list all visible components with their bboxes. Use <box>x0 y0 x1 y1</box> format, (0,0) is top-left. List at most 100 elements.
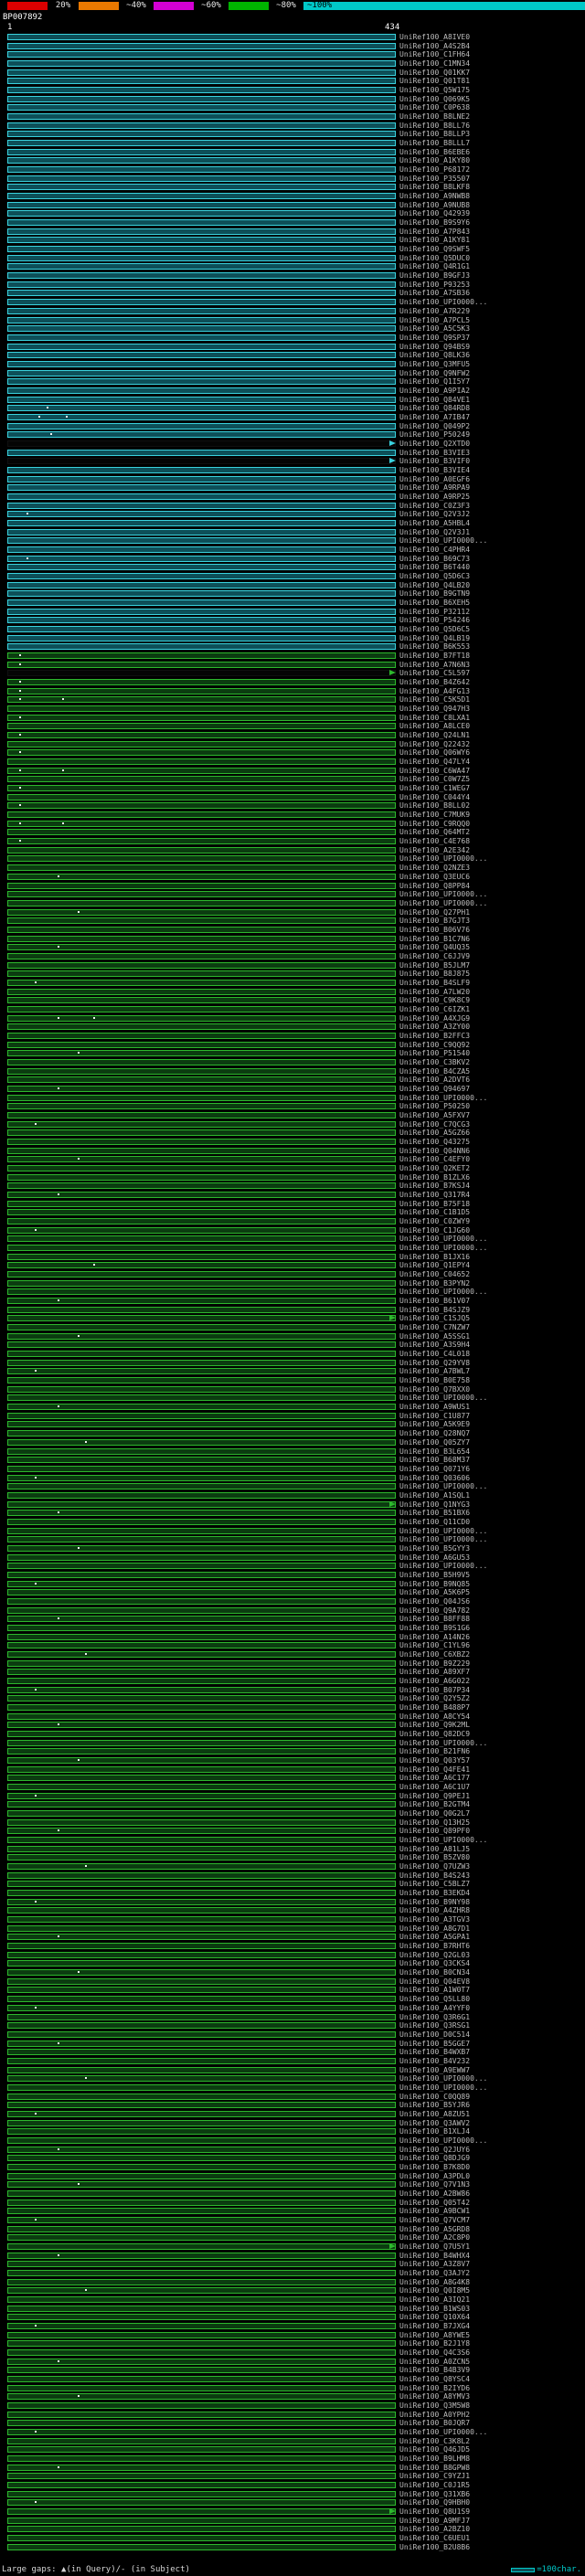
hit-bar[interactable] <box>7 210 396 217</box>
hit-accession-link[interactable]: UniRef100_Q2V3J1 <box>399 528 470 537</box>
hit-bar[interactable] <box>7 2535 396 2541</box>
hit-bar[interactable] <box>7 1863 396 1870</box>
hit-accession-link[interactable]: UniRef100_Q84VE1 <box>399 396 470 405</box>
hit-accession-link[interactable]: UniRef100_Q317R4 <box>399 1191 470 1200</box>
hit-accession-link[interactable]: UniRef100_B2IYD6 <box>399 2384 470 2393</box>
hit-accession-link[interactable]: UniRef100_B4S243 <box>399 1871 470 1881</box>
hit-bar[interactable] <box>7 1333 396 1340</box>
hit-accession-link[interactable]: UniRef100_Q0I8M5 <box>399 2286 470 2295</box>
hit-accession-link[interactable]: UniRef100_Q3CKS4 <box>399 1959 470 1968</box>
hit-accession-link[interactable]: UniRef100_C0QQ89 <box>399 2093 470 2102</box>
hit-accession-link[interactable]: UniRef100_UPI0000... <box>399 2136 487 2146</box>
hit-bar[interactable] <box>7 749 396 756</box>
hit-bar[interactable] <box>7 838 396 844</box>
hit-accession-link[interactable]: UniRef100_A8LCE0 <box>399 722 470 731</box>
hit-bar[interactable] <box>7 1554 396 1561</box>
hit-bar[interactable] <box>7 2446 396 2453</box>
hit-bar[interactable] <box>7 1280 396 1287</box>
hit-bar[interactable] <box>7 1987 396 1993</box>
hit-bar[interactable] <box>7 299 396 305</box>
hit-bar[interactable] <box>7 2049 396 2055</box>
hit-bar[interactable] <box>7 529 396 535</box>
hit-accession-link[interactable]: UniRef100_C3BKV2 <box>399 1058 470 1067</box>
hit-accession-link[interactable]: UniRef100_A6G022 <box>399 1677 470 1686</box>
hit-bar[interactable] <box>7 1916 396 1923</box>
hit-bar[interactable] <box>7 1209 396 1215</box>
hit-bar[interactable] <box>7 1288 396 1295</box>
hit-bar[interactable] <box>7 2412 396 2418</box>
hit-bar[interactable] <box>7 1969 396 1976</box>
hit-accession-link[interactable]: UniRef100_Q94BS9 <box>399 343 470 352</box>
hit-accession-link[interactable]: UniRef100_UPI0000... <box>399 2428 487 2437</box>
hit-accession-link[interactable]: UniRef100_A4ZHR8 <box>399 1906 470 1915</box>
hit-accession-link[interactable]: UniRef100_A9RPA9 <box>399 483 470 493</box>
hit-bar[interactable] <box>7 51 396 58</box>
hit-accession-link[interactable]: UniRef100_B21FN6 <box>399 1747 470 1756</box>
hit-accession-link[interactable]: UniRef100_Q9PEJ1 <box>399 1792 470 1801</box>
hit-accession-link[interactable]: UniRef100_Q3AWV2 <box>399 2119 470 2128</box>
hit-bar[interactable] <box>7 847 396 853</box>
hit-bar[interactable] <box>7 361 396 367</box>
hit-accession-link[interactable]: UniRef100_Q3AJY2 <box>399 2269 470 2278</box>
hit-bar[interactable] <box>7 493 396 500</box>
hit-accession-link[interactable]: UniRef100_Q1EPY4 <box>399 1261 470 1270</box>
hit-bar[interactable] <box>7 785 396 791</box>
hit-accession-link[interactable]: UniRef100_C1YL96 <box>399 1641 470 1650</box>
hit-accession-link[interactable]: UniRef100_P51540 <box>399 1049 470 1058</box>
hit-accession-link[interactable]: UniRef100_Q3R6G1 <box>399 2013 470 2022</box>
hit-bar[interactable] <box>7 741 396 747</box>
hit-bar[interactable] <box>7 2367 396 2373</box>
hit-bar[interactable] <box>7 87 396 93</box>
hit-accession-link[interactable]: UniRef100_UPI0000... <box>399 1288 487 1297</box>
hit-bar[interactable] <box>7 1607 396 1614</box>
hit-bar[interactable] <box>7 344 396 350</box>
hit-accession-link[interactable]: UniRef100_C4E768 <box>399 837 470 846</box>
hit-accession-link[interactable]: UniRef100_B75F18 <box>399 1200 470 1209</box>
hit-bar[interactable] <box>7 131 396 137</box>
hit-accession-link[interactable]: UniRef100_C9YZJ1 <box>399 2472 470 2481</box>
hit-accession-link[interactable]: UniRef100_Q64MT2 <box>399 828 470 837</box>
hit-accession-link[interactable]: UniRef100_C1B1D5 <box>399 1208 470 1217</box>
hit-accession-link[interactable]: UniRef100_Q7BXX0 <box>399 1385 470 1394</box>
hit-accession-link[interactable]: UniRef100_B6EBE6 <box>399 148 470 157</box>
hit-bar[interactable] <box>7 325 396 332</box>
hit-bar[interactable] <box>7 715 396 721</box>
hit-accession-link[interactable]: UniRef100_B6K553 <box>399 642 470 652</box>
hit-bar[interactable] <box>7 2279 396 2285</box>
hit-bar[interactable] <box>7 2137 396 2144</box>
hit-bar[interactable] <box>7 1978 396 1985</box>
hit-bar[interactable] <box>7 1174 396 1181</box>
hit-bar[interactable] <box>7 626 396 632</box>
hit-accession-link[interactable]: UniRef100_B6T440 <box>399 563 470 572</box>
hit-bar[interactable] <box>7 1952 396 1958</box>
hit-accession-link[interactable]: UniRef100_B3L654 <box>399 1447 470 1457</box>
hit-accession-link[interactable]: UniRef100_Q03606 <box>399 1474 470 1483</box>
hit-accession-link[interactable]: UniRef100_A7BWL7 <box>399 1367 470 1376</box>
hit-bar[interactable] <box>7 2296 396 2303</box>
hit-accession-link[interactable]: UniRef100_Q2Y5Z2 <box>399 1694 470 1703</box>
hit-accession-link[interactable]: UniRef100_Q04JS6 <box>399 1597 470 1606</box>
hit-accession-link[interactable]: UniRef100_B68M37 <box>399 1456 470 1465</box>
hit-accession-link[interactable]: UniRef100_A5SSG1 <box>399 1332 470 1341</box>
hit-bar[interactable] <box>7 1015 396 1022</box>
hit-accession-link[interactable]: UniRef100_A9WUS1 <box>399 1403 470 1412</box>
hit-bar[interactable] <box>7 1394 396 1401</box>
hit-bar[interactable] <box>7 1298 396 1304</box>
hit-accession-link[interactable]: UniRef100_C3K8L2 <box>399 2437 470 2446</box>
hit-accession-link[interactable]: UniRef100_C4PHR4 <box>399 546 470 555</box>
hit-bar[interactable] <box>7 953 396 959</box>
hit-bar[interactable] <box>7 334 396 341</box>
hit-accession-link[interactable]: UniRef100_Q9NFW2 <box>399 369 470 378</box>
hit-accession-link[interactable]: UniRef100_B8GPW8 <box>399 2464 470 2473</box>
hit-accession-link[interactable]: UniRef100_Q2NZE3 <box>399 864 470 873</box>
hit-bar[interactable] <box>7 1421 396 1427</box>
hit-bar[interactable] <box>7 246 396 252</box>
hit-bar[interactable] <box>7 1572 396 1578</box>
hit-accession-link[interactable]: UniRef100_Q43275 <box>399 1138 470 1147</box>
hit-accession-link[interactable]: UniRef100_Q2XTD0 <box>399 440 470 449</box>
hit-bar[interactable] <box>7 1112 396 1118</box>
hit-accession-link[interactable]: UniRef100_B488P7 <box>399 1703 470 1712</box>
hit-accession-link[interactable]: UniRef100_Q4C3S6 <box>399 2348 470 2358</box>
hit-bar[interactable] <box>7 2075 396 2082</box>
hit-bar[interactable] <box>7 1943 396 1949</box>
